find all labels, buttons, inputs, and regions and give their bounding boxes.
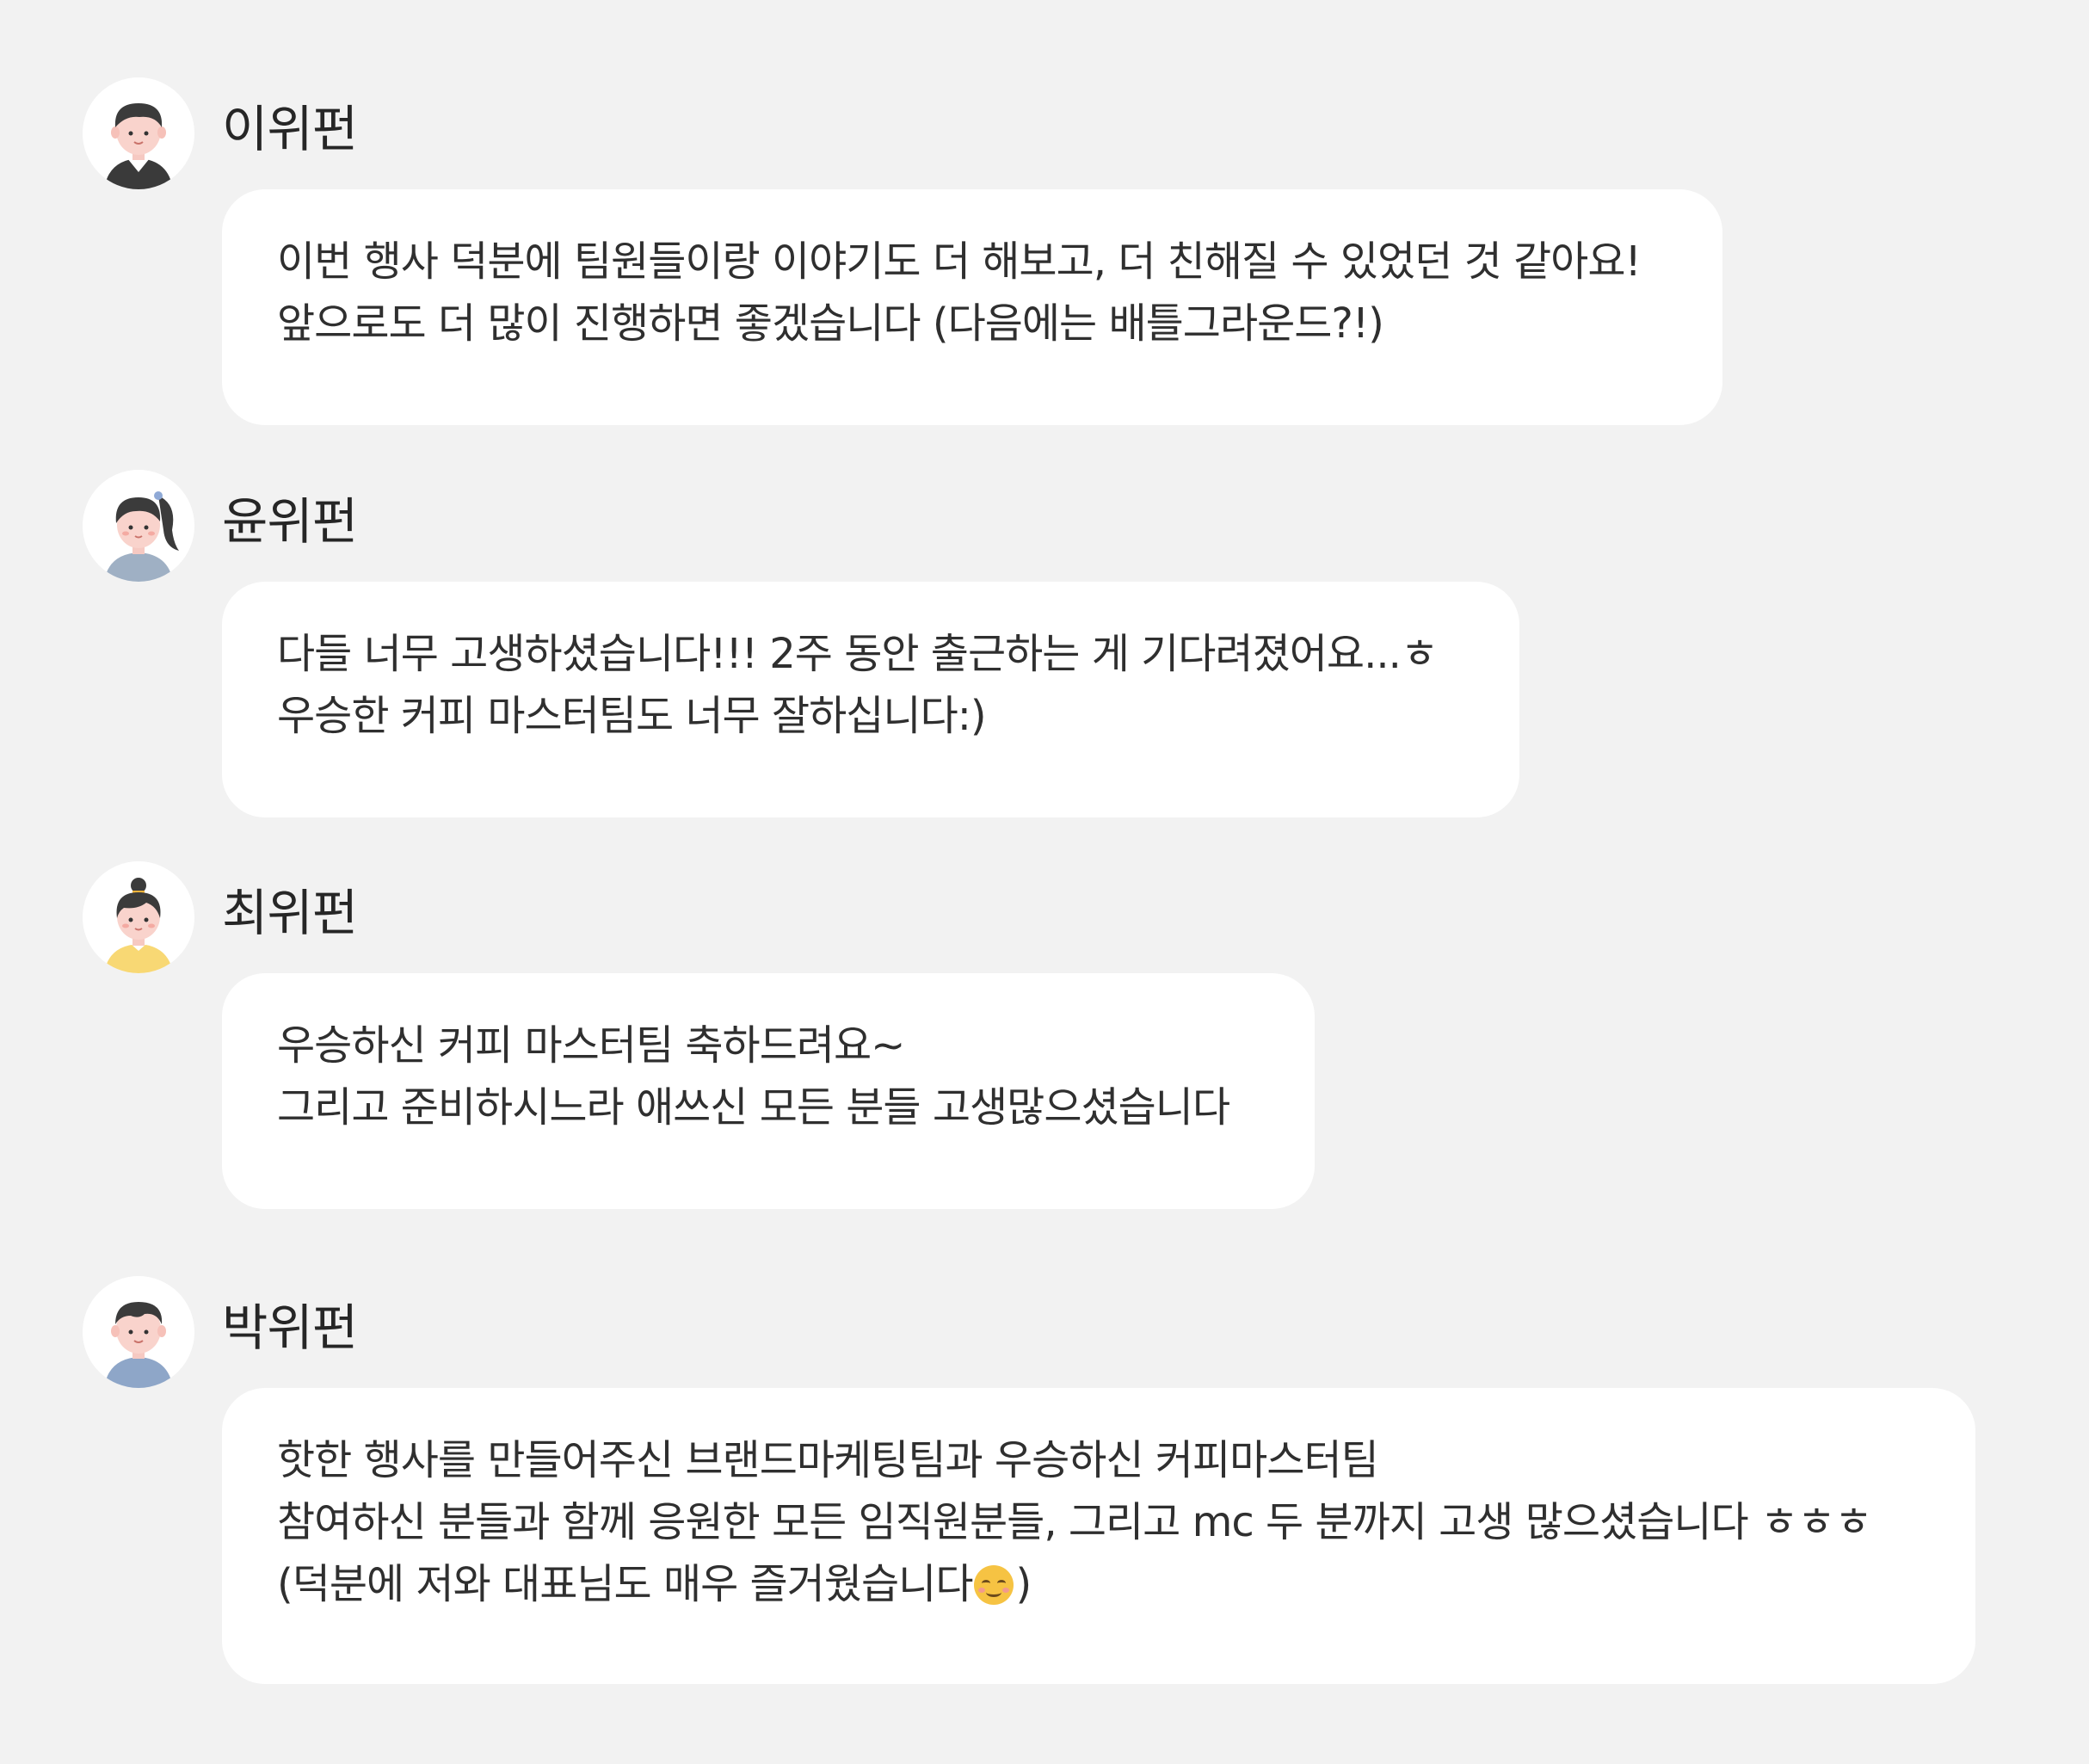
girl-bun-avatar-icon bbox=[83, 861, 194, 973]
comment-author: 윤위펀 bbox=[222, 492, 358, 551]
comment-text-segment: ) bbox=[1015, 1560, 1032, 1608]
comment-bubble: 다들 너무 고생하셨습니다!!! 2주 동안 출근하는 게 기다려졌어요...ㅎ… bbox=[222, 582, 1519, 817]
comment-text-segment: (덕분에 저와 대표님도 매우 즐거웠습니다 bbox=[277, 1560, 973, 1608]
comment-text-line: 그리고 준비하시느라 애쓰신 모든 분들 고생많으셨습니다 bbox=[277, 1083, 1230, 1132]
comment-text-line: 다들 너무 고생하셨습니다!!! 2주 동안 출근하는 게 기다려졌어요...ㅎ bbox=[277, 630, 1439, 678]
comment-bubble: 우승하신 커피 마스터팀 축하드려요~ 그리고 준비하시느라 애쓰신 모든 분들… bbox=[222, 973, 1315, 1209]
comment-text-line: 이번 행사 덕분에 팀원들이랑 이야기도 더 해보고, 더 친해질 수 있었던 … bbox=[277, 237, 1642, 286]
boy-blue-shirt-avatar-icon bbox=[83, 1276, 194, 1388]
comment-author: 최위펀 bbox=[222, 884, 358, 942]
comment-author: 이위펀 bbox=[222, 100, 358, 158]
comment-bubble: 이번 행사 덕분에 팀원들이랑 이야기도 더 해보고, 더 친해질 수 있었던 … bbox=[222, 189, 1722, 425]
comment-thread: 이위펀 이번 행사 덕분에 팀원들이랑 이야기도 더 해보고, 더 친해질 수 … bbox=[0, 0, 2089, 1764]
comment-text-line: 참여하신 분들과 함께 응원한 모든 임직원분들, 그리고 mc 두 분까지 고… bbox=[277, 1498, 1872, 1546]
smiling-face-emoji-icon bbox=[974, 1565, 1014, 1605]
comment-author: 박위펀 bbox=[222, 1298, 358, 1357]
comment-bubble: 핫한 행사를 만들어주신 브랜드마케팅팀과 우승하신 커피마스터팀 참여하신 분… bbox=[222, 1388, 1975, 1684]
boy-dark-shirt-avatar-icon bbox=[83, 77, 194, 189]
comment-text-line: 우승하신 커피 마스터팀 축하드려요~ bbox=[277, 1021, 905, 1070]
comment-text-line: (덕분에 저와 대표님도 매우 즐거웠습니다) bbox=[277, 1553, 1920, 1615]
girl-ponytail-avatar-icon bbox=[83, 470, 194, 582]
comment-text-line: 앞으로도 더 많이 진행하면 좋겠습니다 (다음에는 배틀그라운드?!) bbox=[277, 299, 1384, 348]
comment-text-line: 핫한 행사를 만들어주신 브랜드마케팅팀과 우승하신 커피마스터팀 bbox=[277, 1436, 1379, 1484]
comment-text-line: 우승한 커피 마스터팀도 너무 잘하십니다:) bbox=[277, 692, 987, 740]
